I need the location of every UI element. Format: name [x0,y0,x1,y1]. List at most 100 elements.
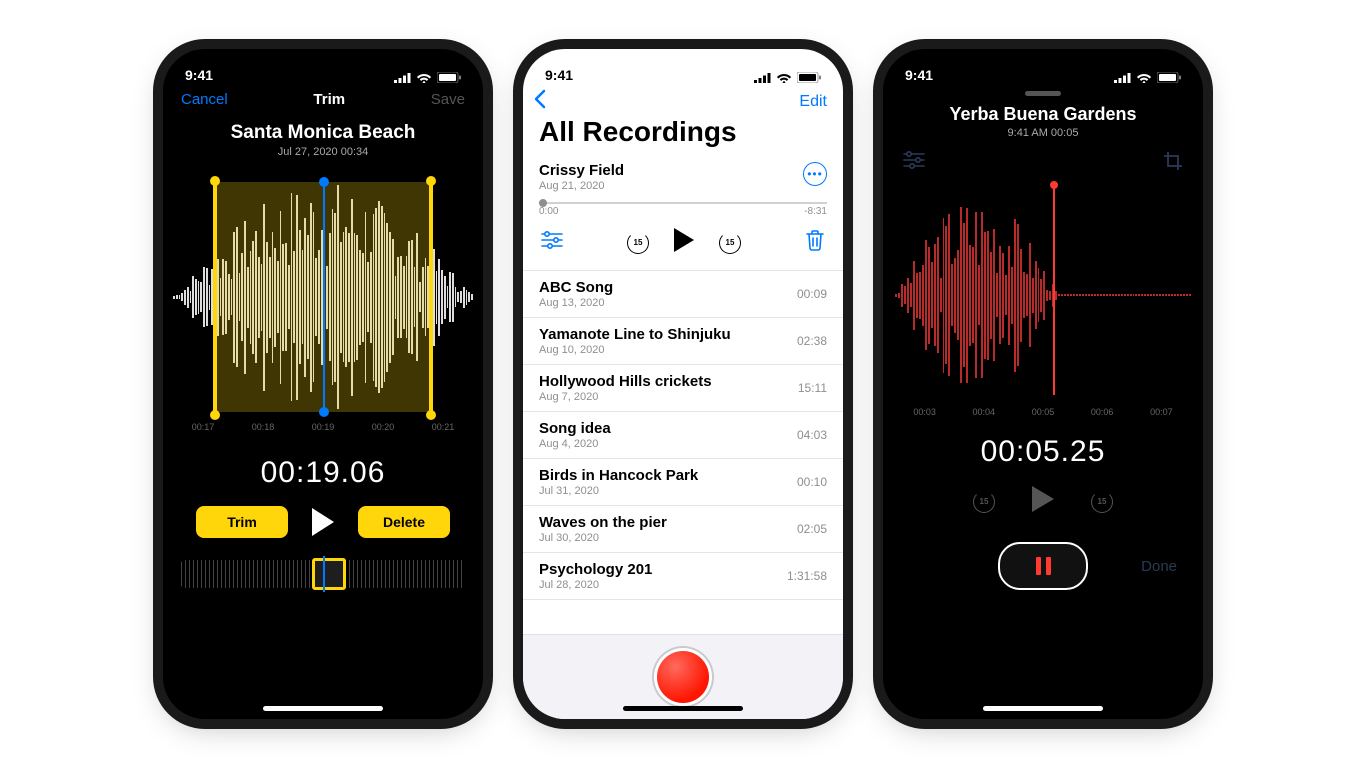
tick: 00:07 [1150,407,1173,417]
battery-icon [437,72,461,83]
status-time: 9:41 [545,67,573,83]
recording-title: Santa Monica Beach [163,122,483,144]
recording-duration: 00:10 [797,475,827,489]
recording-date: Aug 21, 2020 [539,180,624,192]
playhead[interactable] [1053,185,1055,395]
phone-trim-screen: 9:41 Cancel Trim Save Santa Monica Beach… [163,49,483,719]
playback-controls: 15 15 [883,485,1203,518]
recording-date: Jul 30, 2020 [539,532,667,544]
recording-row[interactable]: Yamanote Line to ShinjukuAug 10, 202002:… [523,318,843,365]
skip-seconds: 15 [719,232,741,254]
record-button[interactable] [657,651,709,703]
playback-controls: 15 15 [523,217,843,271]
skip-back-button[interactable]: 15 [627,232,649,254]
crop-button[interactable] [1163,151,1183,177]
delete-button[interactable]: Delete [358,506,450,538]
recording-title: Waves on the pier [539,514,667,531]
phone-list-screen: 9:41 Edit All Recordings Crissy Field Au… [523,49,843,719]
recording-title: Song idea [539,420,611,437]
waveform-area[interactable]: 00:17 00:18 00:19 00:20 00:21 [163,182,483,432]
scrubber-knob[interactable] [539,199,547,207]
skip-back-button[interactable]: 15 [973,491,995,513]
recording-title: Hollywood Hills crickets [539,373,712,390]
recording-row[interactable]: ABC SongAug 13, 202000:09 [523,271,843,318]
home-indicator[interactable] [983,706,1103,711]
tick: 00:20 [372,422,395,432]
action-row: Trim Delete [163,506,483,538]
sliders-icon [903,151,925,169]
cancel-button[interactable]: Cancel [181,91,228,108]
tick: 00:19 [312,422,335,432]
phone-recording-screen: 9:41 Yerba Buena Gardens 9:41 AM 00:05 [883,49,1203,719]
skip-seconds: 15 [973,491,995,513]
recording-title: Yamanote Line to Shinjuku [539,326,731,343]
edit-button[interactable]: Edit [799,93,827,111]
pause-button[interactable] [998,542,1088,590]
recordings-list: ABC SongAug 13, 202000:09Yamanote Line t… [523,271,843,600]
tick: 00:04 [973,407,996,417]
sheet-grabber[interactable] [1025,91,1061,96]
playhead[interactable] [323,182,325,412]
recording-row[interactable]: Song ideaAug 4, 2020 04:03 [523,412,843,459]
recording-date: Aug 4, 2020 [539,438,611,450]
recording-title: Crissy Field [539,162,624,179]
status-indicators [754,72,821,83]
options-button[interactable] [903,151,925,177]
nav-title: Trim [313,91,345,108]
overview-selection[interactable] [312,558,346,590]
overview-playhead[interactable] [323,556,325,592]
recording-duration: 02:05 [797,522,827,536]
recording-subtitle: 9:41 AM 00:05 [883,127,1203,139]
tick: 00:18 [252,422,275,432]
recording-date: Jul 28, 2020 [539,579,652,591]
waveform [895,195,1191,395]
delete-button[interactable] [805,229,825,256]
recording-duration: 15:11 [798,381,827,395]
home-indicator[interactable] [263,706,383,711]
recording-date: Jul 31, 2020 [539,485,698,497]
play-icon [1031,485,1055,513]
waveform-area[interactable]: 00:03 00:04 00:05 00:06 00:07 [883,185,1203,425]
done-button[interactable]: Done [1127,558,1177,575]
skip-forward-button[interactable]: 15 [1091,491,1113,513]
recording-row[interactable]: Psychology 201Jul 28, 20201:31:58 [523,553,843,600]
trim-button[interactable]: Trim [196,506,288,538]
recording-row[interactable]: Waves on the pierJul 30, 2020 02:05 [523,506,843,553]
scrubber-times: 0:00 -8:31 [523,206,843,217]
tick: 00:03 [913,407,936,417]
home-indicator[interactable] [623,706,743,711]
play-button[interactable] [1031,485,1055,518]
play-button[interactable] [673,227,695,258]
nav-bar: Edit [523,85,843,114]
recording-header: Yerba Buena Gardens 9:41 AM 00:05 [883,104,1203,139]
skip-forward-button[interactable]: 15 [719,232,741,254]
status-time: 9:41 [185,67,213,83]
pause-icon [1036,557,1051,575]
status-indicators [394,72,461,83]
back-button[interactable] [533,89,546,114]
recording-date: Aug 10, 2020 [539,344,731,356]
skip-seconds: 15 [627,232,649,254]
cellular-icon [1114,72,1131,83]
play-icon [673,227,695,253]
overview-scrubber[interactable] [181,560,465,588]
recording-duration: 00:09 [797,287,827,301]
wifi-icon [1136,72,1152,83]
recording-expanded[interactable]: Crissy Field Aug 21, 2020 ••• [523,154,843,192]
recording-row[interactable]: Hollywood Hills cricketsAug 7, 2020 15:11 [523,365,843,412]
recording-title: Psychology 201 [539,561,652,578]
recording-date: Aug 13, 2020 [539,297,613,309]
nav-bar: Cancel Trim Save [163,85,483,108]
recording-header: Santa Monica Beach Jul 27, 2020 00:34 [163,122,483,158]
playback-scrubber[interactable] [539,202,827,204]
recording-row[interactable]: Birds in Hancock ParkJul 31, 202000:10 [523,459,843,506]
trash-icon [805,229,825,251]
tick: 00:21 [432,422,455,432]
options-button[interactable] [541,231,563,254]
more-button[interactable]: ••• [803,162,827,186]
recording-duration: 04:03 [797,428,827,442]
status-indicators [1114,72,1181,83]
recording-date: Aug 7, 2020 [539,391,712,403]
save-button[interactable]: Save [431,91,465,108]
play-button[interactable] [310,507,336,537]
